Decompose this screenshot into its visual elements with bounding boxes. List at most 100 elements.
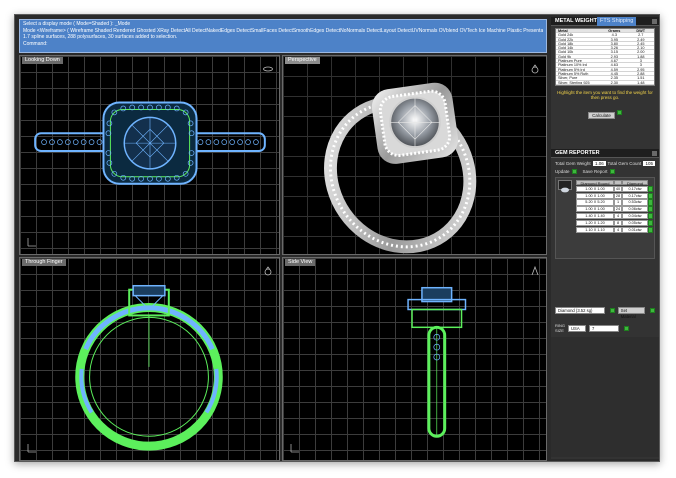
grams-cell: 3.80 — [610, 41, 618, 46]
metal-cell: Gold 10k — [558, 50, 574, 54]
grams-cell: 3.15 — [610, 50, 618, 55]
command-prompt[interactable]: Command: — [23, 41, 543, 48]
panel-close-icon[interactable] — [652, 19, 657, 24]
grams-cell: 2.30 — [610, 80, 618, 85]
command-line-3: 1.7 spline surfaces, 288 polysurfaces, 3… — [23, 34, 178, 41]
gem-row[interactable]: 1.10 X 1.10 4 0.01ctw — [576, 226, 654, 233]
gem-row-go-icon[interactable] — [648, 206, 653, 213]
table-row[interactable]: Silver, Sterling 925 2.30 1.48 — [556, 81, 654, 85]
gem-row-go-icon[interactable] — [648, 199, 653, 206]
set-material-go-icon[interactable] — [650, 308, 655, 313]
metal-weights-table[interactable]: Metal Grams DWT Gold 24k 4.3 2.7 Gold 22k 3.… — [555, 28, 655, 86]
dwt-cell: 3 — [639, 63, 642, 68]
gem-count-cell: 24 — [614, 206, 622, 213]
calculate-go-button[interactable] — [616, 110, 622, 116]
gem-weight-cell: 0.17ctw — [622, 185, 648, 193]
gem-count-cell: 4 — [614, 226, 622, 233]
tab-fts-shipping[interactable]: FTS Shipping — [597, 17, 637, 26]
ring-size-label: RING SIZE — [555, 323, 565, 333]
ring-side-wireframe — [407, 286, 467, 438]
save-report-go-icon[interactable] — [609, 169, 615, 175]
metal-cell: Gold 9k — [558, 54, 572, 59]
gem-row[interactable]: 1.00 X 1.00 40 0.17ctw — [576, 185, 654, 193]
metal-cell: Platinum 5% Ird — [558, 67, 585, 71]
right-panel: METAL WEIGHTS FTS Shipping Metal Grams D… — [551, 17, 659, 459]
ring-size-select[interactable]: 7 — [589, 325, 619, 332]
metal-cell: Platinum 10% Ird — [558, 63, 587, 67]
orientation-icon — [264, 266, 272, 276]
viewport-title[interactable]: Through Finger — [22, 259, 66, 266]
viewport-side-view[interactable]: Side View — [282, 257, 547, 461]
viewport-perspective[interactable]: Perspective — [282, 55, 547, 255]
total-gem-weight: Total Gem Weight 1.06 — [555, 161, 606, 166]
viewport-title[interactable]: Perspective — [285, 57, 320, 64]
gem-row[interactable]: 1.00 X 1.00 28 0.17ctw — [576, 192, 654, 199]
gem-list[interactable]: Diamond Round Diamond 1.00 X 1.00 40 0.17c… — [555, 177, 655, 260]
ring-front-wireframe — [75, 284, 223, 451]
gem-row-go-icon[interactable] — [648, 226, 653, 233]
gem-col-type: Diamond — [622, 180, 648, 186]
set-material-button[interactable]: Set Material — [617, 307, 646, 319]
orientation-icon — [531, 64, 539, 74]
gem-row-go-icon[interactable] — [648, 185, 653, 193]
gem-row[interactable]: 1.00 X 1.00 24 0.06ctw — [576, 206, 654, 213]
col-dwt: DWT — [636, 29, 646, 33]
gem-row-go-icon[interactable] — [648, 213, 653, 220]
gem-row-go-icon[interactable] — [648, 192, 653, 199]
update-button[interactable]: Update — [555, 169, 577, 175]
material-select[interactable]: Diamond (3.52 sg) — [555, 307, 605, 314]
gem-count-cell: 28 — [614, 192, 622, 199]
save-report-button[interactable]: Save Report — [582, 169, 615, 175]
viewport-title[interactable]: Side View — [285, 259, 316, 266]
gem-count-cell: 40 — [614, 185, 622, 193]
grams-cell: 4.45 — [610, 71, 618, 76]
grams-cell: 2.35 — [610, 76, 618, 81]
axis-icon — [290, 444, 299, 453]
grams-cell: 2.93 — [610, 54, 618, 59]
ring-size-section: RING SIZE USA 7 — [551, 321, 659, 333]
gem-weight-cell: 0.05ctw — [622, 219, 648, 226]
panel-close-icon[interactable] — [652, 151, 657, 156]
dwt-cell: 2.00 — [637, 50, 645, 55]
total-gem-weight-value: 1.06 — [592, 161, 606, 166]
command-history[interactable]: Select a display mode ( Mode=Shaded ): _… — [19, 19, 547, 53]
material-row: Diamond (3.52 sg) Set Material — [551, 307, 659, 319]
update-label: Update — [555, 169, 570, 174]
metal-cell: Platinum Pure — [558, 59, 582, 63]
gem-size-cell: 5.20 X 5.20 — [576, 199, 614, 206]
gem-row[interactable]: 1.40 X 1.40 4 0.04ctw — [576, 213, 654, 220]
metal-weights-title: METAL WEIGHTS — [555, 18, 601, 24]
gem-row-go-icon[interactable] — [648, 219, 653, 226]
gem-row[interactable]: 1.20 X 1.20 8 0.05ctw — [576, 219, 654, 226]
panel-empty-area — [551, 337, 659, 457]
gem-count-cell: 4 — [614, 213, 622, 220]
viewport-title[interactable]: Looking Down — [22, 57, 63, 64]
grams-cell: 4.67 — [610, 59, 618, 64]
gem-size-cell: 1.00 X 1.00 — [576, 192, 614, 199]
command-line-1: Select a display mode ( Mode=Shaded ): _… — [23, 21, 131, 27]
app-window: Select a display mode ( Mode=Shaded ): _… — [14, 14, 660, 462]
grams-cell: 4.63 — [610, 63, 618, 68]
gem-size-cell: 1.20 X 1.20 — [576, 219, 614, 226]
gem-size-cell: 1.10 X 1.10 — [576, 226, 614, 233]
gem-col-shape: Diamond Round — [576, 180, 614, 186]
metal-cell: Silver, Sterling 925 — [558, 80, 590, 84]
save-report-label: Save Report — [582, 169, 608, 174]
col-grams: Grams — [608, 29, 621, 33]
ring-size-go-icon[interactable] — [624, 326, 629, 331]
grams-cell: 3.95 — [610, 37, 618, 42]
col-metal: Metal — [558, 29, 568, 33]
viewport-through-finger[interactable]: Through Finger — [19, 257, 280, 461]
gem-table[interactable]: Diamond Round Diamond 1.00 X 1.00 40 0.17c… — [576, 180, 654, 233]
gem-row[interactable]: 5.20 X 5.20 1 0.53ctw — [576, 199, 654, 206]
gem-weight-cell: 0.04ctw — [622, 213, 648, 220]
update-go-icon[interactable] — [571, 169, 577, 175]
ring-region-select[interactable]: USA — [568, 325, 586, 332]
metal-weights-header: METAL WEIGHTS FTS Shipping — [551, 17, 659, 26]
gem-table-header: Diamond Round Diamond — [576, 180, 654, 186]
material-go-icon[interactable] — [609, 308, 615, 313]
calculate-button[interactable]: Calculate — [588, 111, 615, 119]
gem-weight-cell: 0.01ctw — [622, 226, 648, 233]
orientation-icon — [531, 266, 539, 276]
viewport-looking-down[interactable]: Looking Down — [19, 55, 280, 255]
